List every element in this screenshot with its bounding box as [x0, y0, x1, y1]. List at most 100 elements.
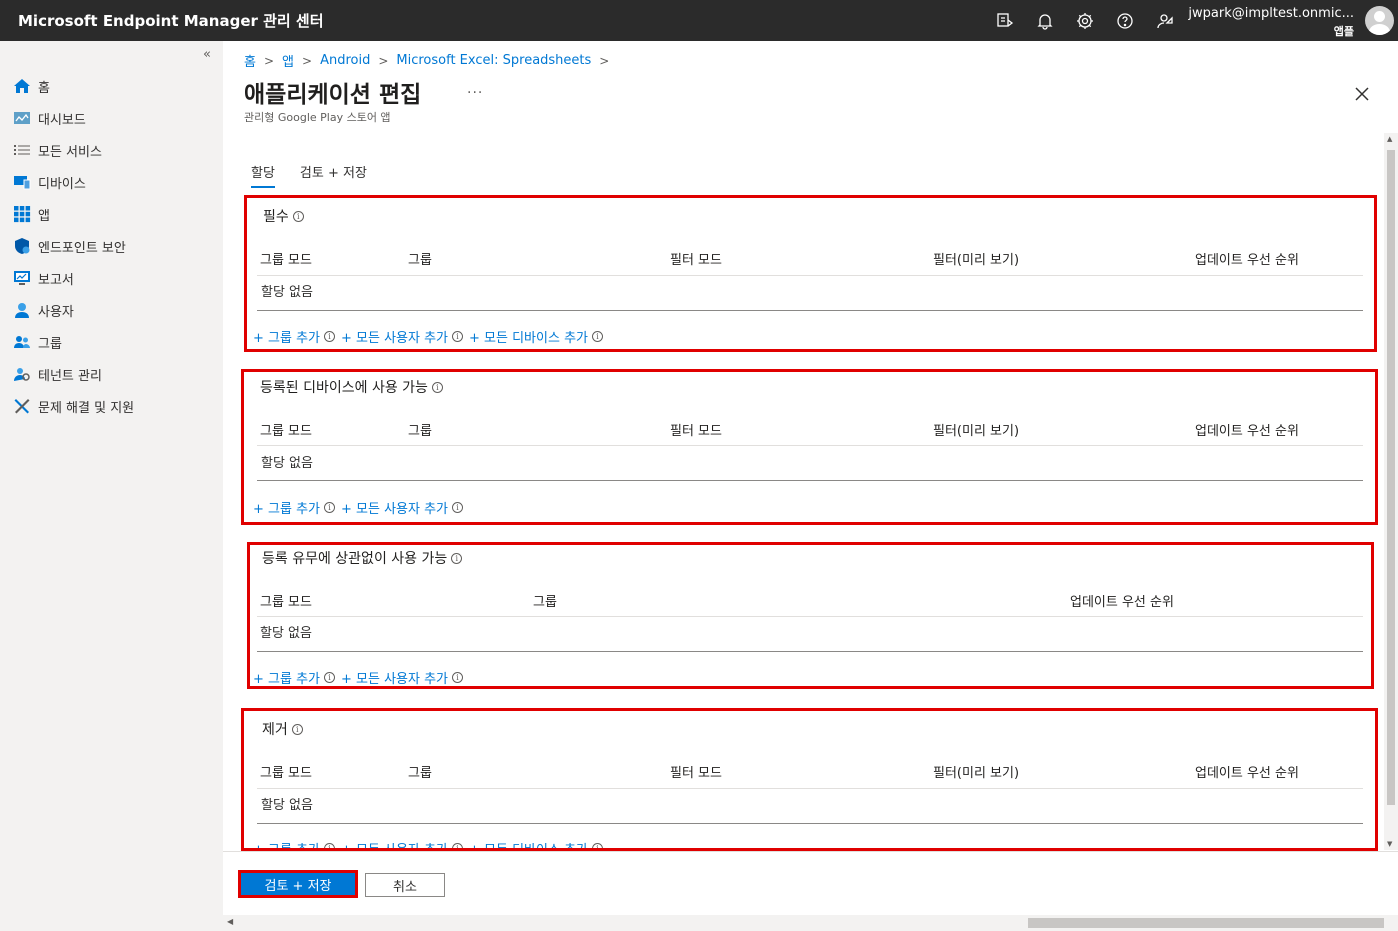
section-title: 등록 유무에 상관없이 사용 가능 i	[262, 548, 463, 568]
scroll-left-icon[interactable]: ◀	[227, 917, 233, 926]
sidebar-item-label: 그룹	[38, 336, 62, 352]
add-all-users-link[interactable]: + 모든 사용자 추가	[341, 668, 448, 687]
tab-assignments[interactable]: 할당	[251, 162, 275, 188]
sidebar-item-dashboard[interactable]: 대시보드	[0, 102, 223, 134]
sidebar-item-home[interactable]: 홈	[0, 70, 223, 102]
column-header: 그룹 모드	[260, 424, 312, 439]
feedback-icon[interactable]	[985, 0, 1025, 41]
empty-message: 할당 없음	[260, 626, 312, 641]
add-all-users-link[interactable]: + 모든 사용자 추가	[341, 498, 448, 517]
sidebar-item-groups[interactable]: 그룹	[0, 326, 223, 358]
column-header: 필터 모드	[670, 766, 722, 781]
sidebar: « 홈 대시보드 모든 서비스 디바이스 앱 엔드포인트 보안 보고서 사용자 …	[0, 41, 223, 931]
sidebar-item-apps[interactable]: 앱	[0, 198, 223, 230]
section-title-text: 등록 유무에 상관없이 사용 가능	[262, 551, 448, 567]
divider	[257, 275, 1363, 276]
sidebar-item-label: 홈	[38, 80, 50, 96]
list-icon	[12, 140, 32, 160]
top-bar: Microsoft Endpoint Manager 관리 센터 jwpark@…	[0, 0, 1398, 41]
divider	[257, 616, 1363, 617]
sidebar-nav: 홈 대시보드 모든 서비스 디바이스 앱 엔드포인트 보안 보고서 사용자 그룹…	[0, 70, 223, 422]
support-icon[interactable]	[1145, 0, 1185, 41]
column-header: 업데이트 우선 순위	[1195, 253, 1299, 268]
info-icon[interactable]: i	[452, 502, 464, 513]
column-header: 필터 모드	[670, 424, 722, 439]
info-icon[interactable]: i	[291, 723, 303, 735]
sidebar-item-tenant-admin[interactable]: 테넌트 관리	[0, 358, 223, 390]
column-header: 필터 모드	[670, 253, 722, 268]
reports-icon	[12, 268, 32, 288]
info-icon[interactable]: i	[452, 843, 464, 848]
column-header: 그룹 모드	[260, 253, 312, 268]
breadcrumb-app[interactable]: Microsoft Excel: Spreadsheets	[396, 53, 591, 68]
column-header: 필터(미리 보기)	[933, 424, 1020, 439]
user-icon	[12, 300, 32, 320]
horizontal-scrollbar[interactable]: ◀	[223, 915, 1398, 931]
sidebar-item-reports[interactable]: 보고서	[0, 262, 223, 294]
help-icon[interactable]	[1105, 0, 1145, 41]
info-icon[interactable]: i	[452, 672, 464, 683]
column-header: 업데이트 우선 순위	[1195, 424, 1299, 439]
tab-review-save[interactable]: 검토 + 저장	[300, 162, 367, 188]
info-icon[interactable]: i	[431, 381, 443, 393]
info-icon[interactable]: i	[592, 843, 603, 848]
app-title[interactable]: Microsoft Endpoint Manager 관리 센터	[18, 10, 324, 31]
chevron-right-icon: >	[302, 53, 313, 68]
gear-icon[interactable]	[1065, 0, 1105, 41]
add-all-users-link[interactable]: + 모든 사용자 추가	[341, 327, 448, 346]
more-options-button[interactable]: ...	[467, 81, 483, 97]
info-icon[interactable]: i	[452, 331, 464, 342]
tools-icon	[12, 396, 32, 416]
add-group-link[interactable]: + 그룹 추가	[253, 839, 320, 848]
section-title: 등록된 디바이스에 사용 가능 i	[260, 377, 443, 397]
column-header: 그룹	[408, 766, 432, 781]
breadcrumb-android[interactable]: Android	[320, 53, 370, 68]
sidebar-item-troubleshooting[interactable]: 문제 해결 및 지원	[0, 390, 223, 422]
collapse-sidebar-button[interactable]: «	[203, 47, 211, 62]
scroll-down-icon[interactable]: ▼	[1387, 840, 1392, 848]
vertical-scrollbar[interactable]: ▲ ▼	[1384, 133, 1398, 850]
sidebar-item-devices[interactable]: 디바이스	[0, 166, 223, 198]
column-header: 그룹	[533, 595, 557, 610]
scroll-up-icon[interactable]: ▲	[1387, 135, 1392, 143]
info-icon[interactable]: i	[592, 331, 603, 342]
add-links: + 그룹 추가 i + 모든 사용자 추가 i + 모든 디바이스 추가 i	[253, 327, 609, 346]
info-icon[interactable]: i	[292, 210, 304, 222]
section-title-text: 제거	[262, 722, 288, 738]
info-icon[interactable]: i	[324, 502, 335, 513]
column-header: 필터(미리 보기)	[933, 766, 1020, 781]
review-save-button[interactable]: 검토 + 저장	[238, 870, 358, 898]
add-group-link[interactable]: + 그룹 추가	[253, 668, 320, 687]
add-all-devices-link[interactable]: + 모든 디바이스 추가	[469, 327, 588, 346]
column-header: 업데이트 우선 순위	[1195, 766, 1299, 781]
sidebar-item-label: 보고서	[38, 272, 74, 288]
sidebar-item-users[interactable]: 사용자	[0, 294, 223, 326]
divider	[257, 788, 1363, 789]
section-title: 필수 i	[263, 206, 304, 226]
info-icon[interactable]: i	[324, 672, 335, 683]
chevron-right-icon: >	[378, 53, 389, 68]
main-content: 홈 > 앱 > Android > Microsoft Excel: Sprea…	[223, 41, 1398, 931]
cancel-button[interactable]: 취소	[365, 873, 445, 897]
add-group-link[interactable]: + 그룹 추가	[253, 327, 320, 346]
home-icon	[12, 76, 32, 96]
add-group-link[interactable]: + 그룹 추가	[253, 498, 320, 517]
info-icon[interactable]: i	[451, 552, 463, 564]
avatar[interactable]	[1365, 6, 1394, 35]
add-all-users-link[interactable]: + 모든 사용자 추가	[341, 839, 448, 848]
section-available-enrolled: 등록된 디바이스에 사용 가능 i 그룹 모드 그룹 필터 모드 필터(미리 보기…	[241, 369, 1378, 525]
close-icon[interactable]	[1353, 85, 1371, 103]
bell-icon[interactable]	[1025, 0, 1065, 41]
breadcrumb-home[interactable]: 홈	[244, 51, 256, 70]
add-all-devices-link[interactable]: + 모든 디바이스 추가	[469, 839, 588, 848]
scroll-thumb[interactable]	[1387, 150, 1395, 805]
breadcrumb-apps[interactable]: 앱	[282, 51, 294, 70]
divider	[257, 651, 1363, 652]
info-icon[interactable]: i	[324, 843, 335, 848]
sidebar-item-endpoint-security[interactable]: 엔드포인트 보안	[0, 230, 223, 262]
section-title-text: 필수	[263, 209, 289, 225]
info-icon[interactable]: i	[324, 331, 335, 342]
sidebar-item-all-services[interactable]: 모든 서비스	[0, 134, 223, 166]
account-info[interactable]: jwpark@impltest.onmic... 앱플	[1188, 6, 1354, 39]
scroll-thumb[interactable]	[1028, 918, 1384, 928]
